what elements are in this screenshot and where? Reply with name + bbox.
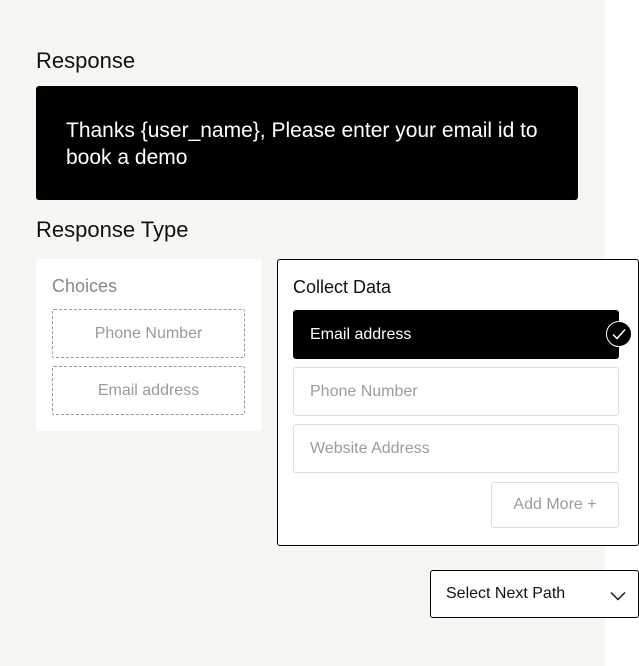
collect-field-label: Phone Number bbox=[310, 382, 418, 400]
collect-data-title: Collect Data bbox=[293, 277, 392, 297]
collect-field-phone-number[interactable]: Phone Number bbox=[293, 367, 619, 416]
next-path-label: Select Next Path bbox=[446, 585, 566, 602]
collect-field-website-address[interactable]: Website Address bbox=[293, 424, 619, 473]
chevron-down-icon bbox=[610, 588, 626, 606]
collect-field-label: Email address bbox=[310, 325, 412, 343]
collect-field-email-address[interactable]: Email address bbox=[293, 310, 619, 359]
choice-item-phone-number[interactable]: Phone Number bbox=[52, 309, 245, 358]
response-message-text: Thanks {user_name}, Please enter your em… bbox=[66, 119, 538, 169]
response-type-heading: Response Type bbox=[36, 217, 189, 242]
collect-field-label: Website Address bbox=[310, 439, 430, 457]
choice-label: Phone Number bbox=[94, 324, 203, 342]
choices-title: Choices bbox=[52, 276, 118, 296]
add-more-button[interactable]: Add More + bbox=[491, 482, 619, 528]
response-message-box[interactable]: Thanks {user_name}, Please enter your em… bbox=[36, 86, 578, 200]
collect-data-card[interactable]: Collect Data Email address Phone Number … bbox=[277, 259, 639, 546]
choice-item-email-address[interactable]: Email address bbox=[52, 366, 245, 415]
select-next-path-dropdown[interactable]: Select Next Path bbox=[430, 570, 639, 618]
add-more-label: Add More + bbox=[513, 496, 597, 513]
choice-label: Email address bbox=[97, 381, 200, 399]
choices-card[interactable]: Choices Phone Number Email address bbox=[36, 259, 261, 431]
response-heading: Response bbox=[36, 48, 136, 73]
check-icon bbox=[606, 321, 632, 347]
